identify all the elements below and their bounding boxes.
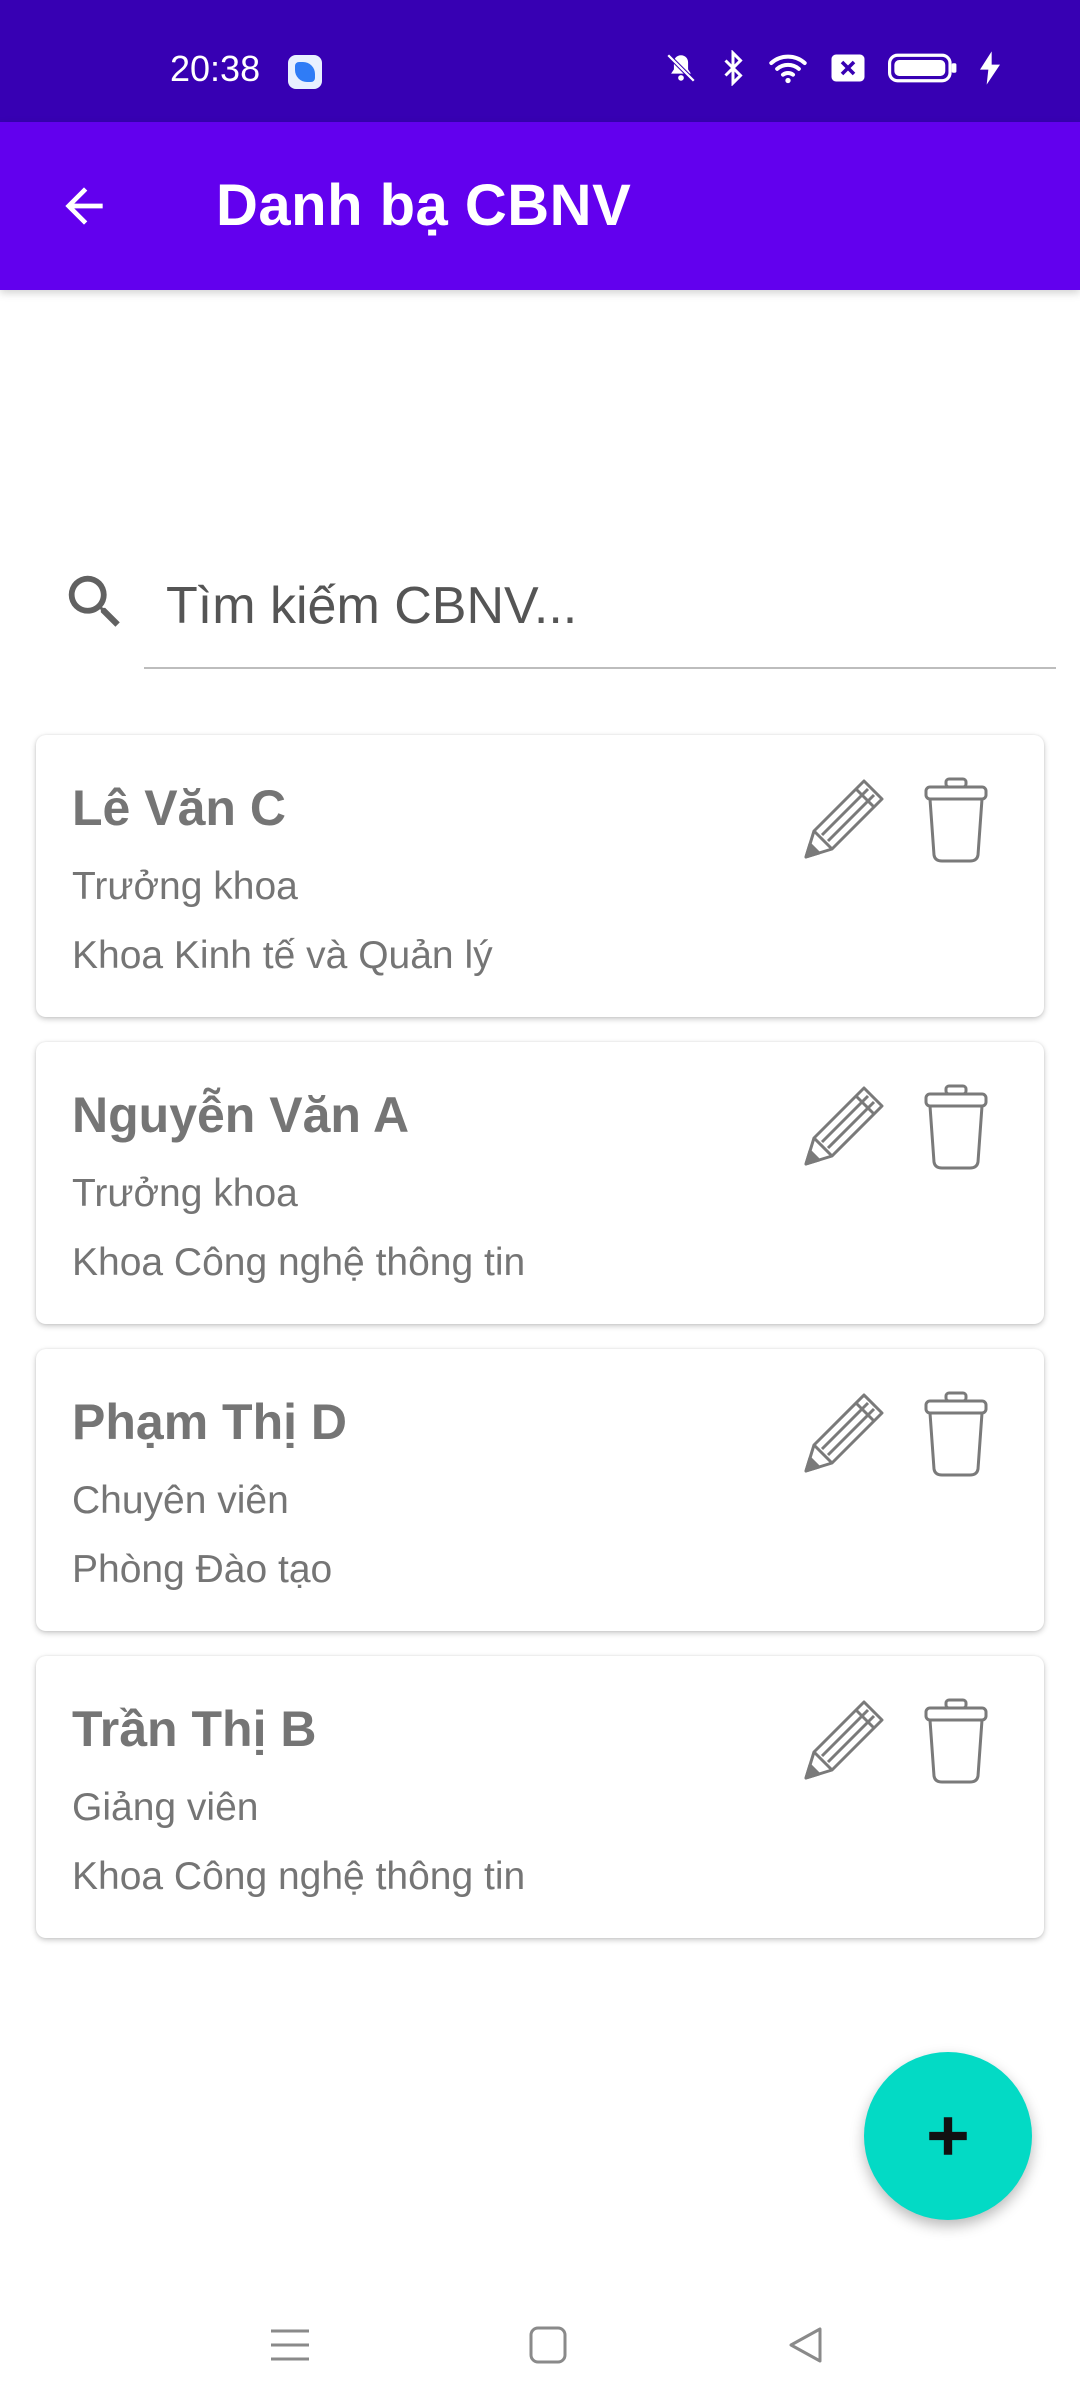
employee-card[interactable]: Lê Văn C Trưởng khoa Khoa Kinh tế và Quả…	[36, 735, 1044, 1017]
search-bar	[60, 545, 1056, 675]
employee-department: Khoa Kinh tế và Quản lý	[72, 934, 493, 977]
employee-name: Lê Văn C	[72, 780, 286, 836]
arrow-left-icon	[65, 187, 103, 225]
add-employee-button[interactable]	[864, 2052, 1032, 2220]
trash-icon[interactable]	[918, 1389, 994, 1479]
wifi-icon	[769, 54, 807, 84]
status-bar: 20:38	[0, 0, 1080, 122]
nav-back-button[interactable]	[776, 2315, 836, 2375]
status-icons	[664, 50, 1000, 86]
menu-icon	[271, 2329, 309, 2361]
charging-icon	[980, 51, 1000, 85]
employee-name: Trần Thị B	[72, 1701, 317, 1757]
search-icon	[68, 575, 120, 627]
nav-menu-button[interactable]	[260, 2315, 320, 2375]
employee-card[interactable]: Nguyễn Văn A Trưởng khoa Khoa Công nghệ …	[36, 1042, 1044, 1324]
employee-department: Phòng Đào tạo	[72, 1548, 333, 1591]
employee-department: Khoa Công nghệ thông tin	[72, 1855, 526, 1898]
pencil-icon[interactable]	[792, 1692, 892, 1792]
employee-role: Giảng viên	[72, 1786, 259, 1829]
app-notification-icon	[288, 55, 322, 89]
back-triangle-icon	[789, 2327, 822, 2363]
employee-name: Phạm Thị D	[72, 1394, 348, 1450]
sim-off-icon	[831, 54, 865, 82]
employee-role: Trưởng khoa	[72, 1172, 298, 1215]
home-icon	[529, 2326, 567, 2364]
employee-name: Nguyễn Văn A	[72, 1087, 410, 1143]
pencil-icon[interactable]	[792, 771, 892, 871]
employee-role: Chuyên viên	[72, 1479, 289, 1522]
employee-card[interactable]: Phạm Thị D Chuyên viên Phòng Đào tạo	[36, 1349, 1044, 1631]
search-input[interactable]	[144, 545, 1056, 669]
status-time: 20:38	[170, 48, 261, 89]
battery-icon	[888, 53, 957, 83]
pencil-icon[interactable]	[792, 1078, 892, 1178]
app-bar: Danh bạ CBNV	[0, 122, 1080, 290]
pencil-icon[interactable]	[792, 1385, 892, 1485]
plus-icon	[929, 2117, 967, 2155]
employee-role: Trưởng khoa	[72, 865, 298, 908]
system-nav-bar	[0, 2290, 1080, 2400]
employee-card[interactable]: Trần Thị B Giảng viên Khoa Công nghệ thô…	[36, 1656, 1044, 1938]
nav-home-button[interactable]	[518, 2315, 578, 2375]
bluetooth-icon	[724, 50, 743, 86]
back-button[interactable]	[44, 166, 124, 246]
trash-icon[interactable]	[918, 775, 994, 865]
page-title: Danh bạ CBNV	[216, 173, 632, 238]
trash-icon[interactable]	[918, 1082, 994, 1172]
employee-department: Khoa Công nghệ thông tin	[72, 1241, 526, 1284]
mute-icon	[666, 53, 696, 83]
trash-icon[interactable]	[918, 1696, 994, 1786]
